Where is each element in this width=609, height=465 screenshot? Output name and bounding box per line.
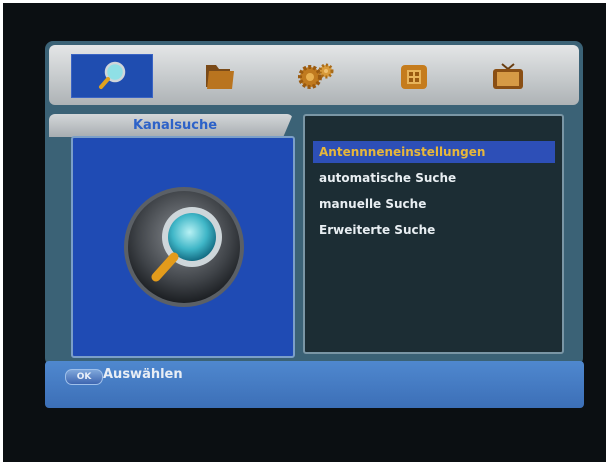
gears-icon	[298, 63, 334, 89]
menu-item-advanced-search[interactable]: Erweiterte Suche	[313, 219, 555, 241]
search-icon	[99, 61, 126, 89]
tv-icon	[493, 63, 523, 89]
tv-screen: Kanalsuche Antennneneinstellungen automa…	[3, 3, 606, 462]
menu-window: Kanalsuche Antennneneinstellungen automa…	[45, 41, 583, 366]
menu-item-manual-search[interactable]: manuelle Suche	[313, 193, 555, 215]
category-settings[interactable]	[275, 54, 357, 98]
menu-title-tab: Kanalsuche	[49, 114, 293, 137]
category-bar	[49, 45, 579, 105]
ok-button[interactable]: OK	[65, 369, 103, 385]
category-tools[interactable]	[373, 54, 455, 98]
menu-item-antenna-settings[interactable]: Antennneneinstellungen	[313, 141, 555, 163]
box-icon	[401, 65, 427, 89]
preview-panel	[71, 136, 295, 358]
category-folder[interactable]	[179, 54, 261, 98]
help-text: Auswählen	[103, 367, 183, 382]
menu-item-auto-search[interactable]: automatische Suche	[313, 167, 555, 189]
help-bar: OK Auswählen	[45, 361, 584, 408]
category-search[interactable]	[71, 54, 153, 98]
magnifier-icon	[124, 187, 244, 307]
menu-list-panel: Antennneneinstellungen automatische Such…	[303, 114, 564, 354]
folder-icon	[206, 65, 234, 89]
category-media[interactable]	[467, 54, 549, 98]
menu-title: Kanalsuche	[132, 118, 218, 133]
